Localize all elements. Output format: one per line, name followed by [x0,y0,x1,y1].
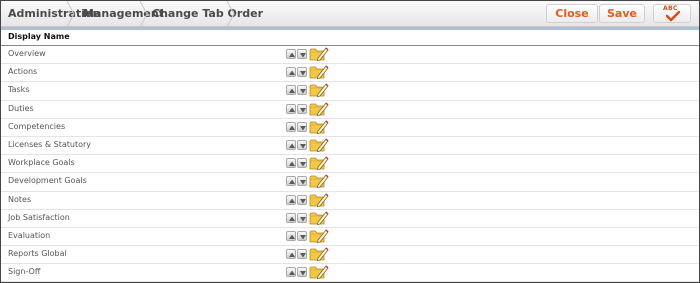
table-row: Workplace Goals [1,155,699,174]
folder-edit-icon[interactable] [309,173,329,189]
arrow-down-icon[interactable] [297,212,307,223]
folder-edit-icon[interactable] [309,119,329,135]
tab-display-name: Licenses & Statutory [8,139,92,149]
folder-edit-icon[interactable] [309,46,329,62]
change-tab-order-window: Administration Management Change Tab Ord… [0,0,700,283]
arrow-up-icon[interactable] [286,176,296,187]
arrow-down-icon[interactable] [297,267,307,278]
display-name-column-header: Display Name [8,32,70,41]
table-row: Competencies [1,119,699,137]
tab-display-name: Actions [8,67,38,77]
tab-display-name: Tasks [8,85,30,95]
folder-edit-icon[interactable] [309,101,329,117]
arrow-up-icon[interactable] [286,267,296,278]
table-row: Evaluation [1,228,699,247]
arrow-down-icon[interactable] [297,249,307,260]
folder-edit-icon[interactable] [309,64,329,80]
arrow-up-icon[interactable] [286,158,296,169]
arrow-up-icon[interactable] [286,85,296,96]
folder-edit-icon[interactable] [309,210,329,226]
breadcrumb-separator-icon [226,1,235,27]
arrow-up-icon[interactable] [286,103,296,114]
table-row: Sign-Off [1,264,699,282]
folder-edit-icon[interactable] [309,137,329,153]
tab-display-name: Evaluation [8,230,51,240]
arrow-down-icon[interactable] [297,85,307,96]
arrow-down-icon[interactable] [297,67,307,78]
save-button[interactable]: Save [599,4,645,23]
table-row: Duties [1,101,699,119]
breadcrumb-change-tab-order: Change Tab Order [152,7,264,20]
arrow-up-icon[interactable] [286,139,296,150]
arrow-down-icon[interactable] [297,49,307,59]
arrow-down-icon[interactable] [297,103,307,114]
folder-edit-icon[interactable] [309,228,329,244]
folder-edit-icon[interactable] [309,155,329,171]
folder-edit-icon[interactable] [309,192,329,208]
arrow-up-icon[interactable] [286,212,296,223]
tab-display-name: Development Goals [8,176,87,186]
table-header: Display Name [1,30,699,46]
folder-edit-icon[interactable] [309,246,329,262]
arrow-up-icon[interactable] [286,67,296,78]
table-row: Actions [1,64,699,83]
folder-edit-icon[interactable] [309,264,329,280]
tab-display-name: Reports Global [8,249,67,259]
tab-display-name: Job Satisfaction [8,212,70,222]
arrow-up-icon[interactable] [286,49,296,59]
arrow-down-icon[interactable] [297,158,307,169]
arrow-down-icon[interactable] [297,121,307,132]
tab-order-list: Overview Actions Tasks Duties Competencies Li… [1,46,699,282]
arrow-down-icon[interactable] [297,230,307,241]
breadcrumb: Administration Management Change Tab Ord… [1,1,699,27]
tab-display-name: Duties [8,103,34,113]
tab-display-name: Overview [8,49,46,58]
table-row: Development Goals [1,173,699,192]
table-row: Overview [1,46,699,65]
arrow-up-icon[interactable] [286,249,296,260]
arrow-up-icon[interactable] [286,121,296,132]
arrow-down-icon[interactable] [297,194,307,205]
tab-display-name: Competencies [8,121,66,131]
table-row: Notes [1,192,699,210]
spellcheck-icon [666,11,680,22]
tab-display-name: Workplace Goals [8,158,75,168]
tab-display-name: Notes [8,194,32,204]
breadcrumb-separator-icon [139,1,148,27]
spellcheck-button[interactable]: ABC [653,4,691,23]
table-row: Reports Global [1,246,699,265]
table-row: Tasks [1,82,699,101]
folder-edit-icon[interactable] [309,82,329,98]
arrow-down-icon[interactable] [297,176,307,187]
table-row: Job Satisfaction [1,210,699,228]
arrow-up-icon[interactable] [286,230,296,241]
table-row: Licenses & Statutory [1,137,699,156]
arrow-up-icon[interactable] [286,194,296,205]
tab-display-name: Sign-Off [8,267,41,277]
close-button[interactable]: Close [546,4,598,23]
breadcrumb-separator-icon [66,1,75,27]
arrow-down-icon[interactable] [297,139,307,150]
